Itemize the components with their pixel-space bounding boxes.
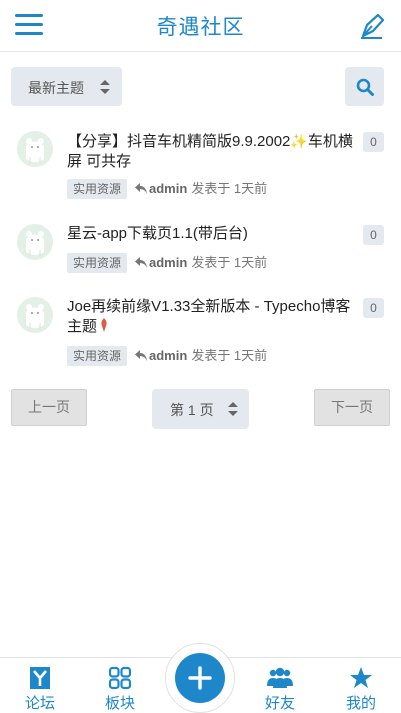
next-page-button[interactable]: 下一页	[314, 389, 390, 426]
reply-count-badge: 0	[363, 225, 384, 245]
topic-item[interactable]: Joe再续前缘V1.33全新版本 - Typecho博客主题 0 实用资源 adm…	[0, 297, 401, 367]
users-icon	[267, 667, 293, 688]
post-time: 发表于 1天前	[191, 255, 268, 270]
reply-icon	[135, 183, 148, 194]
sparkle-icon: ✨	[290, 133, 308, 149]
tab-friends[interactable]: 好友	[250, 662, 310, 713]
page-select-value: 第 1 页	[170, 402, 214, 418]
topic-title[interactable]: Joe再续前缘V1.33全新版本 - Typecho博客主题	[67, 297, 357, 337]
topic-item[interactable]: 【分享】抖音车机精简版9.9.2002✨车机横屏 可共存 0 实用资源 admin…	[0, 131, 401, 201]
tab-sections[interactable]: 板块	[90, 662, 150, 713]
bear-avatar-icon	[17, 131, 53, 167]
reply-icon	[135, 350, 148, 361]
plus-icon	[188, 666, 212, 690]
page-arrows-icon	[228, 402, 238, 416]
tab-me[interactable]: 我的	[331, 662, 391, 713]
tab-forum-label: 论坛	[24, 695, 55, 712]
user-avatar[interactable]	[17, 131, 53, 167]
post-time: 发表于 1天前	[191, 348, 268, 363]
pin-icon	[101, 318, 107, 332]
tab-me-label: 我的	[345, 695, 376, 712]
post-time: 发表于 1天前	[191, 181, 268, 196]
topic-meta: 实用资源 admin 发表于 1天前	[67, 179, 267, 199]
user-avatar[interactable]	[17, 224, 53, 260]
topic-title-text: Joe再续前缘V1.33全新版本 - Typecho博客主题	[67, 298, 351, 335]
grid-icon	[108, 666, 132, 690]
author-link[interactable]: admin	[149, 179, 187, 199]
prev-page-button[interactable]: 上一页	[11, 389, 87, 426]
category-tag[interactable]: 实用资源	[67, 346, 128, 366]
tab-sections-label: 板块	[104, 695, 135, 712]
reply-icon	[135, 257, 148, 268]
user-avatar[interactable]	[17, 297, 53, 333]
tab-forum[interactable]: 论坛	[10, 662, 70, 713]
topic-title[interactable]: 星云-app下载页1.1(带后台)	[67, 224, 357, 244]
reply-count-badge: 0	[363, 132, 384, 152]
new-post-button[interactable]	[175, 653, 225, 703]
author-link[interactable]: admin	[149, 346, 187, 366]
tab-friends-label: 好友	[264, 695, 295, 712]
author-link[interactable]: admin	[149, 253, 187, 273]
sort-select-value: 最新主题	[28, 80, 84, 96]
sort-arrows-icon	[100, 80, 110, 94]
topic-title-text: 【分享】抖音车机精简版9.9.2002	[67, 133, 291, 150]
reply-count-badge: 0	[363, 298, 384, 318]
bear-avatar-icon	[17, 224, 53, 260]
bear-avatar-icon	[17, 297, 53, 333]
pen-icon[interactable]	[358, 12, 386, 40]
topic-title[interactable]: 【分享】抖音车机精简版9.9.2002✨车机横屏 可共存	[67, 131, 357, 172]
star-icon	[350, 667, 372, 688]
search-button[interactable]	[345, 67, 384, 106]
topic-item[interactable]: 星云-app下载页1.1(带后台) 0 实用资源 admin 发表于 1天前	[0, 224, 401, 276]
page-select[interactable]: 第 1 页	[152, 389, 249, 429]
category-tag[interactable]: 实用资源	[67, 253, 128, 273]
forum-icon	[30, 667, 50, 689]
app-header: 奇遇社区	[0, 0, 401, 52]
topic-meta: 实用资源 admin 发表于 1天前	[67, 253, 267, 273]
sort-select[interactable]: 最新主题	[11, 67, 122, 106]
category-tag[interactable]: 实用资源	[67, 179, 128, 199]
topic-meta: 实用资源 admin 发表于 1天前	[67, 346, 267, 366]
page-title: 奇遇社区	[156, 16, 245, 39]
search-icon	[356, 78, 374, 96]
